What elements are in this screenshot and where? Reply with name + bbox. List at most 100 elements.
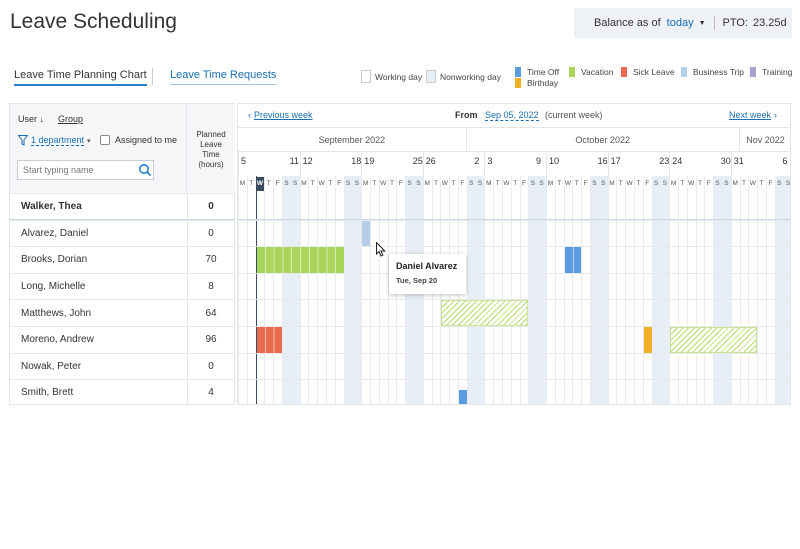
leave-block[interactable]: [670, 327, 758, 353]
day-column: [264, 176, 273, 404]
user-row[interactable]: Smith, Brett 4: [10, 379, 235, 406]
leave-block[interactable]: [441, 300, 529, 326]
day-letter: S: [653, 180, 659, 187]
week-date-label: 18: [351, 156, 362, 166]
day-letter: F: [460, 180, 465, 187]
current-week-note: (current week): [545, 110, 603, 120]
legend-swatch: [515, 67, 521, 77]
week-divider: [730, 152, 732, 176]
day-letter: S: [715, 180, 720, 187]
day-column: [537, 176, 546, 404]
planned-header-line: (hours): [198, 160, 224, 169]
user-planned-hours: 0: [208, 201, 214, 213]
mouse-pointer-icon: [376, 242, 386, 257]
day-letter: T: [390, 180, 394, 187]
leave-tooltip: Daniel Alvarez Tue, Sep 20: [389, 254, 466, 294]
tab-leave-planning-chart[interactable]: Leave Time Planning Chart: [14, 69, 147, 86]
user-row[interactable]: Nowak, Peter 0: [10, 352, 235, 380]
leave-block[interactable]: [459, 390, 467, 404]
leave-block[interactable]: [256, 327, 282, 353]
user-row[interactable]: Long, Michelle 8: [10, 272, 235, 300]
legend-business-trip: Business Trip: [681, 67, 744, 77]
day-column: [660, 176, 670, 404]
day-letter: M: [424, 180, 430, 187]
week-divider: [669, 152, 671, 176]
day-column: [757, 176, 766, 404]
week-date-label: 17: [610, 156, 621, 166]
day-column: [475, 176, 485, 404]
day-column: [546, 176, 555, 404]
day-letter: F: [706, 180, 711, 187]
filter-icon: [18, 135, 28, 146]
day-letter: T: [513, 180, 518, 187]
assigned-to-me-checkbox[interactable]: [100, 135, 110, 145]
user-name: Matthews, John: [21, 307, 92, 319]
grid-row-line: [238, 379, 790, 381]
leave-block[interactable]: [564, 247, 582, 273]
leave-block[interactable]: [362, 220, 370, 247]
day-letter: T: [451, 180, 456, 187]
legend-label: Working day: [375, 71, 423, 82]
user-row[interactable]: Matthews, John 64: [10, 299, 235, 326]
chevron-down-icon[interactable]: ▼: [699, 20, 706, 27]
day-column: [317, 176, 326, 404]
leave-block[interactable]: [643, 327, 652, 353]
week-divider: [607, 152, 609, 176]
legend-swatch: [515, 78, 521, 88]
name-search-input[interactable]: [17, 160, 154, 180]
chevron-left-icon: ‹: [248, 110, 251, 120]
user-planned-hours: 8: [208, 281, 214, 293]
chevron-right-icon: ›: [774, 110, 778, 120]
week-divider: [238, 152, 239, 176]
legend-swatch: [569, 67, 575, 77]
day-letter: W: [503, 180, 510, 187]
user-row[interactable]: Brooks, Dorian 70: [10, 246, 235, 273]
day-letter: M: [239, 180, 246, 187]
day-column: [766, 176, 775, 404]
day-column: [554, 176, 564, 404]
department-filter[interactable]: 1 department ▾: [18, 135, 91, 146]
day-column: [616, 176, 625, 404]
day-letter: T: [698, 180, 702, 187]
week-date-label: 11: [289, 156, 299, 166]
balance-date-dropdown[interactable]: today: [667, 17, 694, 29]
week-date-label: 12: [302, 156, 313, 166]
day-column: [563, 176, 573, 404]
week-date-label: 3: [487, 156, 493, 166]
week-date-label: 6: [782, 156, 788, 166]
day-column: [493, 176, 502, 404]
planned-header-line: Time: [202, 150, 220, 159]
day-letter: S: [539, 180, 544, 187]
user-sort-toggle[interactable]: User ↓: [18, 114, 44, 124]
user-row[interactable]: Alvarez, Daniel 0: [10, 219, 235, 247]
user-row[interactable]: Moreno, Andrew 96: [10, 326, 235, 353]
day-letter: F: [645, 180, 650, 187]
legend-birthday: Birthday: [515, 78, 558, 88]
day-letter: T: [266, 180, 271, 187]
day-letter: T: [249, 180, 254, 187]
user-planned-hours: 70: [205, 254, 217, 266]
day-letter: S: [284, 180, 289, 187]
group-link[interactable]: Group: [58, 114, 83, 124]
user-name: Walker, Thea: [21, 201, 82, 213]
day-column: [730, 176, 740, 404]
leave-block[interactable]: [256, 247, 344, 273]
search-icon[interactable]: [138, 163, 152, 177]
tab-leave-requests[interactable]: Leave Time Requests: [170, 69, 277, 85]
user-row[interactable]: Walker, Thea 0: [10, 193, 235, 220]
day-column: [642, 176, 652, 404]
day-letter: T: [618, 180, 623, 187]
day-letter: S: [777, 180, 782, 187]
day-column: [713, 176, 722, 404]
tooltip-name: Daniel Alvarez: [396, 261, 458, 271]
day-column: [598, 176, 608, 404]
from-date-picker[interactable]: Sep 05, 2022: [485, 110, 539, 121]
legend-nonworking-day: Nonworking day: [426, 70, 501, 83]
day-column: [510, 176, 520, 404]
user-name: Moreno, Andrew: [21, 334, 94, 346]
day-letter: T: [742, 180, 746, 187]
legend-time-off: Time Off: [515, 67, 559, 77]
previous-week-button[interactable]: ‹ Previous week: [248, 110, 313, 120]
day-column: [282, 176, 291, 404]
next-week-button[interactable]: Next week ›: [729, 110, 777, 120]
